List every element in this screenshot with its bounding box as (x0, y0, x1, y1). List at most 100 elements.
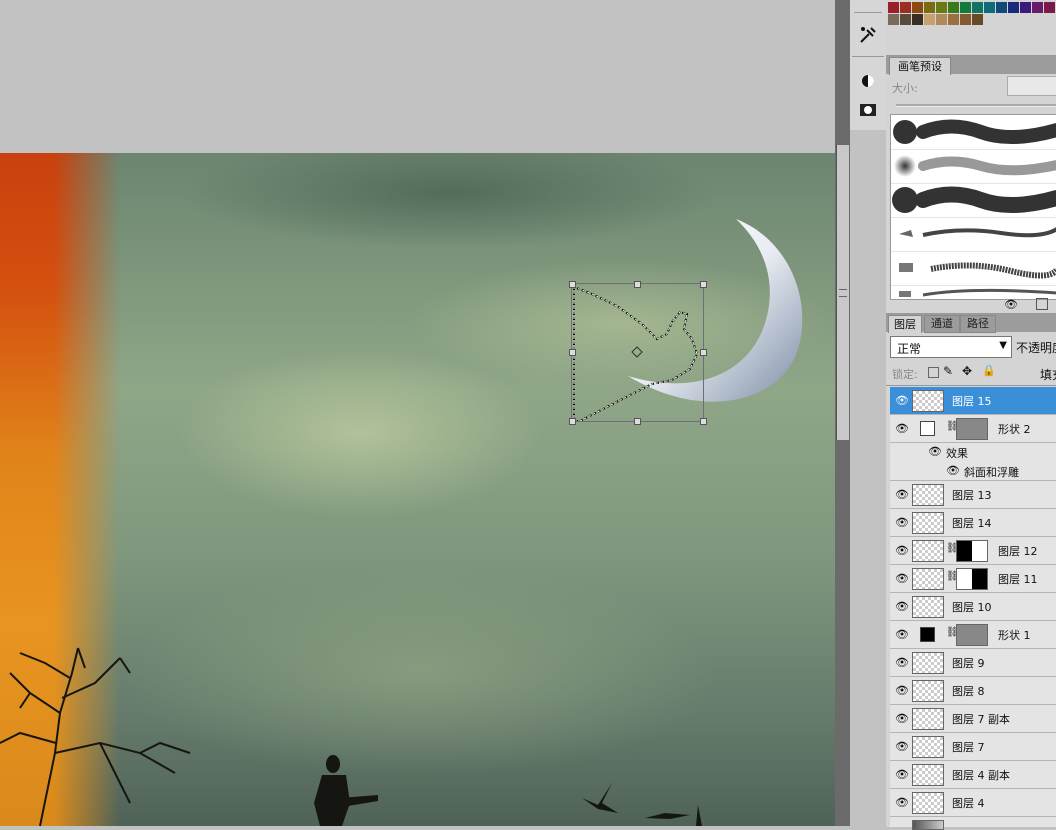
workspace-scrollbar[interactable] (836, 145, 849, 440)
brush-size-field[interactable] (1007, 76, 1056, 96)
transform-handle-top-right[interactable] (700, 281, 707, 288)
layer-row[interactable]: 👁 图层 7 副本 (890, 705, 1056, 733)
blend-mode-select[interactable]: 正常 ▼ (890, 336, 1012, 358)
layer-row[interactable]: 👁 图层 8 (890, 677, 1056, 705)
layer-thumbnail (912, 736, 944, 758)
lock-label: 锁定: (892, 368, 918, 381)
layer-row[interactable]: 👁 图层 9 (890, 649, 1056, 677)
tab-brush-presets[interactable]: 画笔预设 (889, 57, 951, 75)
layer-row[interactable]: 👁 图层 10 (890, 593, 1056, 621)
eye-icon[interactable]: 👁 (895, 740, 909, 753)
swatch[interactable] (960, 2, 971, 13)
eye-icon[interactable]: 👁 (895, 684, 909, 697)
eye-icon[interactable]: 👁 (895, 628, 909, 641)
layer-row[interactable]: 👁 图层 7 (890, 733, 1056, 761)
brush-preset-item[interactable] (891, 183, 1056, 218)
transform-handle-bottom[interactable] (634, 418, 641, 425)
swatch[interactable] (960, 14, 971, 25)
transform-handle-bottom-left[interactable] (569, 418, 576, 425)
swatch[interactable] (936, 14, 947, 25)
layer-row[interactable]: 👁 图层 13 (890, 481, 1056, 509)
layer-thumbnail (912, 680, 944, 702)
layer-thumbnail (912, 652, 944, 674)
swatches-panel[interactable] (888, 0, 1056, 26)
transform-handle-left[interactable] (569, 349, 576, 356)
free-transform-bounding-box[interactable] (569, 281, 707, 425)
swatch[interactable] (912, 2, 923, 13)
swatch[interactable] (924, 2, 935, 13)
swatch[interactable] (900, 2, 911, 13)
layer-row[interactable]: 👁 ⛓ 图层 12 (890, 537, 1056, 565)
layer-row[interactable]: 👁 图层 14 (890, 509, 1056, 537)
eye-icon[interactable]: 👁 (895, 544, 909, 557)
swatch[interactable] (912, 14, 923, 25)
tab-paths[interactable]: 路径 (960, 315, 996, 333)
layer-thumbnail (912, 820, 944, 830)
brush-preset-list[interactable] (890, 114, 1056, 300)
tool-presets-button[interactable] (854, 22, 882, 48)
brush-preset-item[interactable] (891, 217, 1056, 252)
layer-row[interactable]: 👁 ⛓ 图层 11 (890, 565, 1056, 593)
quick-mask-button[interactable] (854, 97, 882, 123)
swatch[interactable] (924, 14, 935, 25)
swatch[interactable] (972, 14, 983, 25)
vector-mask-thumbnail (956, 624, 988, 646)
swatch[interactable] (900, 14, 911, 25)
eye-icon[interactable]: 👁 (895, 394, 909, 407)
layer-thumbnail (912, 568, 944, 590)
eye-icon[interactable]: 👁 (895, 768, 909, 781)
layer-mask-thumbnail (956, 540, 988, 562)
tool-button-top[interactable] (854, 0, 882, 13)
layer-row[interactable]: 👁 ⛓ 形状 1 (890, 621, 1056, 649)
brush-preset-item[interactable] (891, 149, 1056, 184)
eye-icon[interactable]: 👁 (895, 488, 909, 501)
eye-icon[interactable]: 👁 (895, 422, 909, 435)
layer-row[interactable]: 👁 图层 4 副本 (890, 761, 1056, 789)
tab-channels[interactable]: 通道 (924, 315, 960, 333)
layer-row[interactable]: 👁 ⛓ 形状 2 (890, 415, 1056, 443)
swatch[interactable] (948, 14, 959, 25)
transform-handle-bottom-right[interactable] (700, 418, 707, 425)
eye-icon[interactable]: 👁 (895, 656, 909, 669)
canvas-image[interactable] (0, 153, 835, 826)
brush-preset-item[interactable] (891, 251, 1056, 286)
lock-icon[interactable]: 🔒 (982, 364, 996, 377)
eye-icon[interactable]: 👁 (895, 516, 909, 529)
brush-icon[interactable]: ✎ (943, 364, 953, 378)
eye-icon[interactable]: 👁 (895, 600, 909, 613)
layer-row[interactable]: 👁 图层 15 (890, 387, 1056, 415)
layer-effects-row[interactable]: 👁 效果 (890, 443, 1056, 461)
eye-icon[interactable]: 👁 (928, 445, 942, 458)
tab-layers[interactable]: 图层 (888, 315, 922, 333)
swatch[interactable] (972, 2, 983, 13)
swatch[interactable] (888, 2, 899, 13)
swatch[interactable] (888, 14, 899, 25)
eye-icon[interactable]: 👁 (895, 712, 909, 725)
swatch[interactable] (1044, 2, 1055, 13)
swatch[interactable] (1020, 2, 1031, 13)
document-workspace[interactable] (0, 0, 835, 826)
swatch[interactable] (1032, 2, 1043, 13)
brush-preset-item[interactable] (891, 115, 1056, 150)
eye-icon[interactable]: 👁 (895, 796, 909, 809)
eye-icon[interactable]: 👁 (895, 572, 909, 585)
new-brush-icon[interactable] (1036, 298, 1048, 310)
eye-icon[interactable]: 👁 (946, 464, 960, 477)
swatch[interactable] (936, 2, 947, 13)
eye-brush-icon[interactable]: 👁 (1004, 298, 1018, 311)
swatch[interactable] (984, 2, 995, 13)
layers-separator (886, 385, 1056, 386)
color-picker-button[interactable] (854, 68, 882, 94)
transform-handle-right[interactable] (700, 349, 707, 356)
brush-preset-item[interactable] (891, 285, 1056, 299)
transform-handle-top[interactable] (634, 281, 641, 288)
transform-handle-top-left[interactable] (569, 281, 576, 288)
lock-transparency-icon[interactable] (928, 367, 939, 378)
layer-row[interactable]: 👁 图层 4 (890, 789, 1056, 817)
swatch[interactable] (996, 2, 1007, 13)
swatch[interactable] (948, 2, 959, 13)
move-icon[interactable]: ✥ (962, 364, 972, 378)
swatch[interactable] (1008, 2, 1019, 13)
layer-effect-item[interactable]: 👁 斜面和浮雕 (890, 461, 1056, 481)
brush-size-slider[interactable] (896, 104, 1056, 107)
